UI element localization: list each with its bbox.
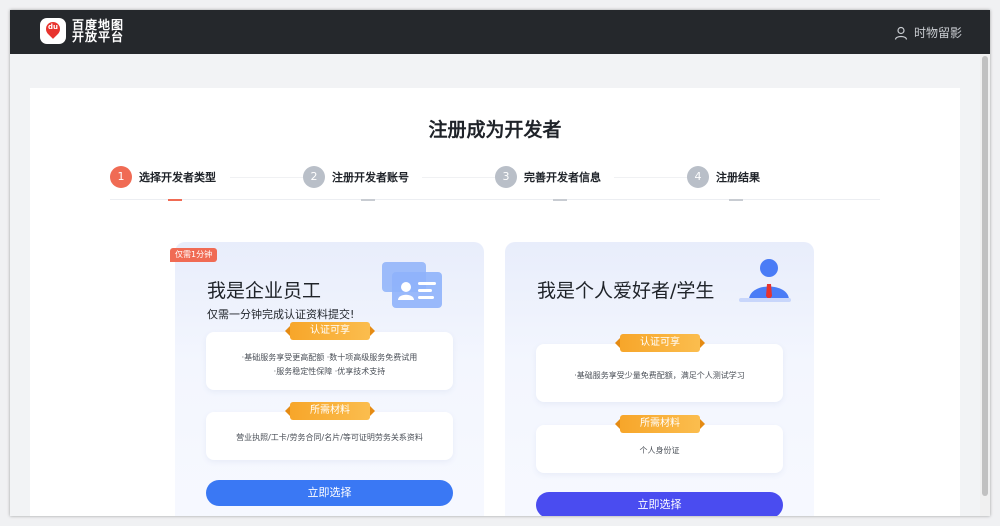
personal-card[interactable]: 我是个人爱好者/学生 ·基础服务享受少量免费配额，满足个人测试学习 认证可享 个… xyxy=(505,242,814,516)
step-4-number: 4 xyxy=(687,166,709,188)
enterprise-benefits: ·基础服务享受更高配额 ·数十项高级服务免费试用 ·服务稳定性保障 ·优享技术支… xyxy=(206,332,453,390)
enterprise-benefit-line-2: ·服务稳定性保障 ·优享技术支持 xyxy=(273,367,386,376)
personal-benefit-ribbon: 认证可享 xyxy=(615,334,705,352)
step-connector xyxy=(422,177,502,178)
baidu-map-logo-icon: du xyxy=(40,18,66,44)
step-connector xyxy=(230,177,310,178)
step-4: 4 注册结果 xyxy=(687,166,760,188)
step-1-number: 1 xyxy=(110,166,132,188)
person-icon xyxy=(739,259,791,302)
step-4-label: 注册结果 xyxy=(716,171,760,184)
enterprise-subtitle: 仅需一分钟完成认证资料提交! xyxy=(207,308,355,321)
user-name: 时物留影 xyxy=(913,26,962,40)
top-bar: du 百度地图 开放平台 时物留影 xyxy=(10,10,990,54)
step-connector xyxy=(614,177,694,178)
browser-frame: du 百度地图 开放平台 时物留影 注册成为开发者 1 选择开发者类型 2 注册… xyxy=(10,10,990,516)
step-2-label: 注册开发者账号 xyxy=(332,171,409,184)
personal-material-text: 个人身份证 xyxy=(639,446,680,455)
step-3: 3 完善开发者信息 xyxy=(495,166,601,188)
step-2-underline xyxy=(361,199,375,201)
personal-benefit-text: ·基础服务享受少量免费配额，满足个人测试学习 xyxy=(574,371,745,380)
logo-text: 百度地图 开放平台 xyxy=(72,18,125,44)
register-panel: 注册成为开发者 1 选择开发者类型 2 注册开发者账号 3 完善开发者信息 4 xyxy=(30,88,960,516)
step-4-underline xyxy=(729,199,743,201)
personal-select-button[interactable]: 立即选择 xyxy=(536,492,783,516)
scrollbar-thumb[interactable] xyxy=(982,56,988,496)
step-1: 1 选择开发者类型 xyxy=(110,166,216,188)
enterprise-benefit-line-1: ·基础服务享受更高配额 ·数十项高级服务免费试用 xyxy=(241,353,418,362)
scrollbar[interactable] xyxy=(980,54,990,516)
user-menu[interactable]: 时物留影 xyxy=(894,24,962,41)
enterprise-material-ribbon: 所需材料 xyxy=(285,402,375,420)
personal-title: 我是个人爱好者/学生 xyxy=(537,280,715,302)
enterprise-title: 我是企业员工 xyxy=(207,280,322,302)
step-1-label: 选择开发者类型 xyxy=(139,171,216,184)
id-card-icon xyxy=(382,262,442,308)
step-indicator: 1 选择开发者类型 2 注册开发者账号 3 完善开发者信息 4 注册结果 xyxy=(110,166,880,201)
logo[interactable]: du 百度地图 开放平台 xyxy=(40,18,124,44)
step-3-label: 完善开发者信息 xyxy=(524,171,601,184)
time-tag: 仅需1分钟 xyxy=(170,248,218,262)
step-3-underline xyxy=(553,199,567,201)
enterprise-select-button[interactable]: 立即选择 xyxy=(206,480,453,506)
enterprise-benefit-ribbon: 认证可享 xyxy=(285,322,375,340)
step-1-underline xyxy=(168,199,182,201)
step-3-number: 3 xyxy=(495,166,517,188)
enterprise-card[interactable]: 我是企业员工 仅需一分钟完成认证资料提交! ·基础服务享受更高配额 ·数十项高级… xyxy=(175,242,484,516)
page-title: 注册成为开发者 xyxy=(428,119,562,141)
enterprise-material-text: 营业执照/工卡/劳务合同/名片/等可证明劳务关系资料 xyxy=(236,433,423,442)
step-2: 2 注册开发者账号 xyxy=(303,166,409,188)
user-icon xyxy=(894,26,908,40)
personal-benefits: ·基础服务享受少量免费配额，满足个人测试学习 xyxy=(536,344,783,402)
step-2-number: 2 xyxy=(303,166,325,188)
personal-material-ribbon: 所需材料 xyxy=(615,415,705,433)
